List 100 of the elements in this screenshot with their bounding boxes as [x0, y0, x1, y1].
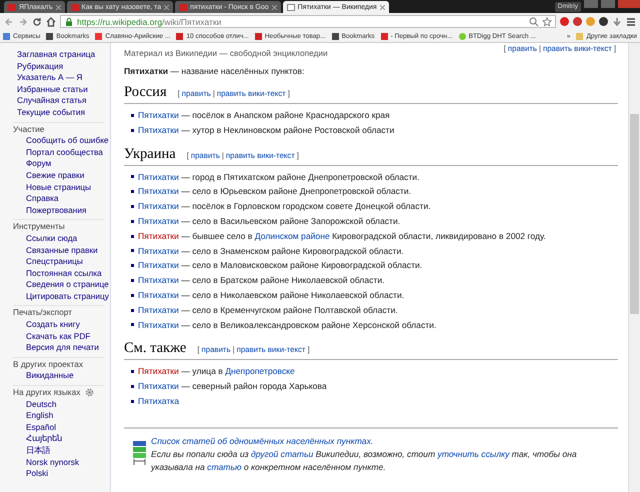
sidebar-link[interactable]: Форум: [0, 158, 110, 170]
article-link[interactable]: Пятихатки: [138, 246, 179, 256]
sidebar-link[interactable]: Скачать как PDF: [0, 330, 110, 342]
lock-icon: [64, 16, 74, 26]
missing-article-link[interactable]: Пятихатки: [138, 230, 179, 241]
list-item-text: Пятихатки — село в Знаменском районе Кировоградской области.: [138, 244, 404, 258]
sidebar-link[interactable]: Цитировать страницу: [0, 290, 110, 302]
sidebar-heading: На других языках: [13, 387, 80, 399]
bookmark-icon: [380, 32, 388, 40]
bookmark-icon: [458, 32, 466, 40]
sidebar-link[interactable]: Текущие события: [0, 106, 110, 119]
sidebar-link[interactable]: Создать книгу: [0, 319, 110, 331]
bookmark-icon: [46, 32, 54, 40]
bullet-icon: [131, 220, 134, 223]
bullet-icon: [131, 190, 134, 194]
section-heading: Украина: [124, 146, 176, 163]
notice-text: Если вы попали сюда из другой статьи Википедии, возможно, стоит уточнить ссылку так, чтобы она указывала на статью о конкретном населённом пункте.: [151, 448, 578, 474]
sidebar-link[interactable]: Спецстраницы: [0, 256, 110, 268]
article-link[interactable]: Пятихатки: [138, 290, 179, 300]
bullet-icon: [131, 128, 134, 132]
books-icon: [132, 440, 147, 465]
bullet-icon: [131, 308, 134, 312]
bullet-icon: [131, 323, 134, 326]
zoom-icon[interactable]: [529, 16, 539, 26]
address-field[interactable]: https://ru.wikipedia.org/wiki/Пятихатки: [60, 15, 556, 28]
sidebar-link[interactable]: Свежие правки: [0, 170, 110, 182]
close-icon[interactable]: [56, 4, 61, 10]
bookmark-icon: [3, 32, 10, 40]
home-icon[interactable]: [46, 16, 56, 26]
sidebar-link[interactable]: Пожертвования: [0, 204, 110, 216]
sidebar-link[interactable]: Постоянная ссылка: [0, 268, 110, 280]
settings-icon[interactable]: [85, 388, 94, 398]
article-link[interactable]: Пятихатки: [138, 110, 179, 120]
sidebar-link[interactable]: Norsk nynorsk: [0, 456, 110, 468]
sidebar-link[interactable]: Избранные статьи: [0, 84, 110, 96]
bookmark-icon: [332, 32, 339, 40]
sidebar-link[interactable]: Новые страницы: [0, 182, 110, 194]
sidebar-link[interactable]: Ссылки сюда: [0, 232, 110, 244]
menu-icon[interactable]: [626, 16, 636, 26]
sidebar-link[interactable]: Указатель А — Я: [0, 72, 110, 84]
article-link[interactable]: Пятихатки: [138, 275, 179, 286]
forward-icon[interactable]: [18, 16, 28, 26]
article-link[interactable]: Пятихатки: [138, 201, 179, 212]
article-link[interactable]: Долинском районе: [254, 230, 330, 241]
sidebar-link[interactable]: Справка: [0, 193, 110, 205]
sidebar-link[interactable]: Связанные правки: [0, 244, 110, 256]
sidebar-link[interactable]: Сведения о странице: [0, 279, 110, 291]
sidebar-link[interactable]: Случайная статья: [0, 95, 110, 107]
article-link[interactable]: другой статьи: [251, 448, 314, 459]
sidebar-link[interactable]: Deutsch: [0, 398, 110, 410]
bookmark-icon: [95, 32, 102, 40]
close-icon[interactable]: [272, 4, 277, 10]
article-link[interactable]: Пятихатка: [138, 396, 180, 406]
sidebar-link[interactable]: Рубрикация: [0, 60, 110, 72]
sidebar-link[interactable]: English: [0, 410, 110, 422]
article-link[interactable]: Пятихатки: [138, 124, 179, 135]
article-link[interactable]: Пятихатки: [138, 320, 179, 330]
sidebar-heading: Участие: [13, 124, 44, 136]
article-link[interactable]: Список статей об одноимённых населённых пунктах.: [151, 436, 374, 446]
sidebar-link[interactable]: Հայերեն: [0, 433, 110, 445]
list-item-text: Пятихатки — посёлок в Анапском районе Краснодарского края: [138, 109, 390, 122]
close-icon[interactable]: [164, 4, 170, 10]
sidebar-link[interactable]: Polski: [0, 468, 110, 480]
sidebar-link[interactable]: Версия для печати: [0, 342, 110, 354]
bullet-icon: [131, 294, 134, 297]
scrollbar[interactable]: [628, 43, 640, 492]
sidebar-link[interactable]: Викиданные: [0, 370, 110, 382]
article-link[interactable]: Пятихатки: [138, 260, 179, 270]
sidebar-link[interactable]: Español: [0, 422, 110, 434]
article-link[interactable]: Пятихатки: [138, 186, 179, 196]
list-item-text: Пятихатки — село в Братском районе Николаевской области.: [138, 274, 385, 288]
close-icon[interactable]: [380, 4, 385, 10]
article-link[interactable]: Пятихатки: [138, 304, 179, 315]
bookmark-icon: [254, 32, 262, 40]
reload-icon[interactable]: [32, 16, 42, 26]
sidebar-link[interactable]: Портал сообщества: [0, 146, 110, 158]
sidebar-link[interactable]: Сообщить об ошибке: [0, 135, 110, 147]
list-item-text: Пятихатки — село в Великоалександровском районе Херсонской области.: [138, 318, 436, 332]
article-link[interactable]: статью: [207, 462, 242, 472]
download-icon[interactable]: [612, 16, 622, 26]
bullet-icon: [131, 175, 134, 178]
bullet-icon: [131, 234, 134, 238]
article-link[interactable]: Пятихатки: [138, 172, 179, 182]
bookmark-icon: [176, 32, 184, 40]
article-link[interactable]: Пятихатки: [138, 381, 179, 392]
sidebar-link[interactable]: Заглавная страница: [0, 49, 110, 61]
list-item-text: Пятихатки — город в Пятихатском районе Днепропетровской области.: [138, 170, 420, 184]
sidebar-link[interactable]: 日本語: [0, 445, 110, 457]
article-link[interactable]: уточнить ссылку: [438, 448, 510, 459]
bullet-icon: [131, 249, 134, 252]
missing-article-link[interactable]: Пятихатки: [138, 366, 179, 376]
article-link[interactable]: Днепропетровске: [225, 366, 295, 376]
intro-text: Пятихатки — название населённых пунктов:: [124, 66, 306, 76]
article-link[interactable]: Пятихатки: [138, 216, 179, 226]
back-icon[interactable]: [4, 16, 14, 26]
star-icon[interactable]: [542, 16, 552, 26]
bullet-icon: [131, 264, 134, 268]
tagline: Материал из Википедии — свободной энциклопедии: [124, 48, 328, 58]
scrollbar-thumb[interactable]: [630, 114, 639, 314]
favicon-icon: [286, 4, 295, 10]
